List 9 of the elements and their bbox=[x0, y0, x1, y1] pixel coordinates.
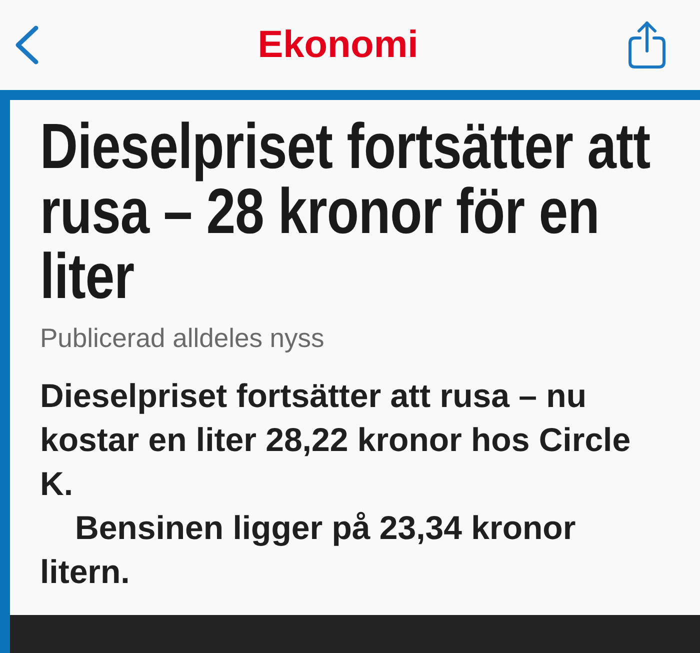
article-paragraph: Bensinen ligger på 23,34 kronor litern. bbox=[40, 508, 577, 592]
publish-time: Publicerad alldeles nyss bbox=[40, 323, 326, 354]
share-button[interactable] bbox=[628, 21, 666, 69]
back-button[interactable] bbox=[14, 25, 40, 65]
share-icon bbox=[628, 21, 666, 69]
section-title: Ekonomi bbox=[258, 24, 418, 66]
back-chevron-icon bbox=[14, 25, 40, 65]
article-headline: Dieselpriset fortsätter att rusa – 28 kronor för en liter bbox=[40, 114, 652, 309]
article-paragraph: Dieselpriset fortsätter att rusa – nu kostar en liter 28,22 kronor hos Circle K. bbox=[40, 376, 632, 504]
